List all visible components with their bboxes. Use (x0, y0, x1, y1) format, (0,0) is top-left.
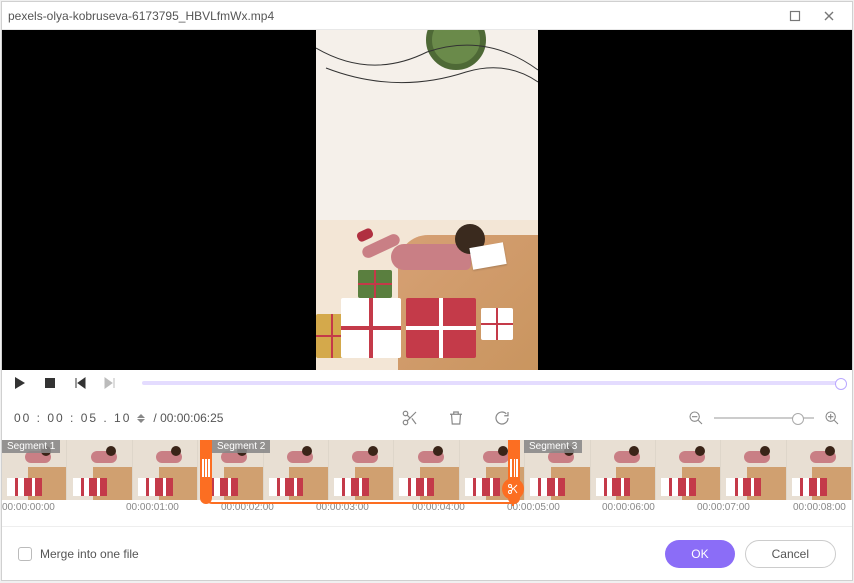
next-frame-button[interactable] (102, 375, 118, 391)
zoom-in-icon[interactable] (824, 410, 840, 426)
thumbnail (329, 440, 394, 500)
segment-label: Segment 1 (2, 440, 60, 453)
merge-label: Merge into one file (40, 547, 139, 561)
rotate-icon[interactable] (493, 409, 511, 427)
tick-label: 00:00:00:00 (2, 502, 55, 513)
gift (358, 270, 392, 298)
trim-handle-start[interactable] (200, 440, 212, 504)
thumbnail (394, 440, 459, 500)
tick-label: 00:00:08:00 (793, 502, 846, 513)
gift (341, 298, 401, 358)
playback-controls (2, 370, 852, 396)
current-time-input[interactable]: 00 : 00 : 05 . 10 (14, 411, 131, 425)
time-spinner[interactable] (137, 414, 145, 423)
tick-label: 00:00:02:00 (221, 502, 274, 513)
video-preview (2, 30, 852, 370)
stop-button[interactable] (42, 375, 58, 391)
merge-checkbox[interactable]: Merge into one file (18, 547, 139, 561)
timeline-ruler: 00:00:00:00 00:00:01:00 00:00:02:00 00:0… (2, 502, 852, 524)
close-button[interactable] (812, 6, 846, 26)
time-row: 00 : 00 : 05 . 10 / 00:00:06:25 (2, 402, 852, 434)
tick-label: 00:00:06:00 (602, 502, 655, 513)
video-frame (316, 30, 538, 370)
prev-frame-button[interactable] (72, 375, 88, 391)
segment-label: Segment 3 (524, 440, 582, 453)
thumbnail (133, 440, 198, 500)
scissors-icon[interactable] (401, 409, 419, 427)
thumbnail (264, 440, 329, 500)
maximize-button[interactable] (778, 6, 812, 26)
tick-label: 00:00:04:00 (412, 502, 465, 513)
string-lights (316, 40, 538, 100)
trim-window: pexels-olya-kobruseva-6173795_HBVLfmWx.m… (1, 1, 853, 581)
spin-down-icon[interactable] (137, 419, 145, 423)
thumbnail (67, 440, 132, 500)
gift (406, 298, 476, 358)
timeline[interactable]: Segment 1 Segment 2 Segment 3 00:00:00:0… (2, 440, 852, 526)
thumbnail (656, 440, 721, 500)
gift (481, 308, 513, 340)
spin-up-icon[interactable] (137, 414, 145, 418)
zoom-slider[interactable] (714, 417, 814, 419)
tick-label: 00:00:03:00 (316, 502, 369, 513)
titlebar: pexels-olya-kobruseva-6173795_HBVLfmWx.m… (2, 2, 852, 30)
play-button[interactable] (12, 375, 28, 391)
ok-button[interactable]: OK (665, 540, 734, 568)
tick-label: 00:00:01:00 (126, 502, 179, 513)
filmstrip (2, 440, 852, 500)
zoom-controls (688, 410, 840, 426)
thumbnail (721, 440, 786, 500)
checkbox-box (18, 547, 32, 561)
delete-icon[interactable] (447, 409, 465, 427)
cancel-button[interactable]: Cancel (745, 540, 836, 568)
thumbnail (591, 440, 656, 500)
edit-tools (229, 409, 682, 427)
thumbnail (787, 440, 852, 500)
split-button[interactable] (502, 478, 524, 500)
zoom-out-icon[interactable] (688, 410, 704, 426)
window-title: pexels-olya-kobruseva-6173795_HBVLfmWx.m… (8, 9, 778, 23)
tick-label: 00:00:07:00 (697, 502, 750, 513)
duration-label: / 00:00:06:25 (153, 411, 223, 425)
footer: Merge into one file OK Cancel (2, 526, 852, 580)
segment-label: Segment 2 (212, 440, 270, 453)
progress-bar[interactable] (142, 381, 842, 385)
